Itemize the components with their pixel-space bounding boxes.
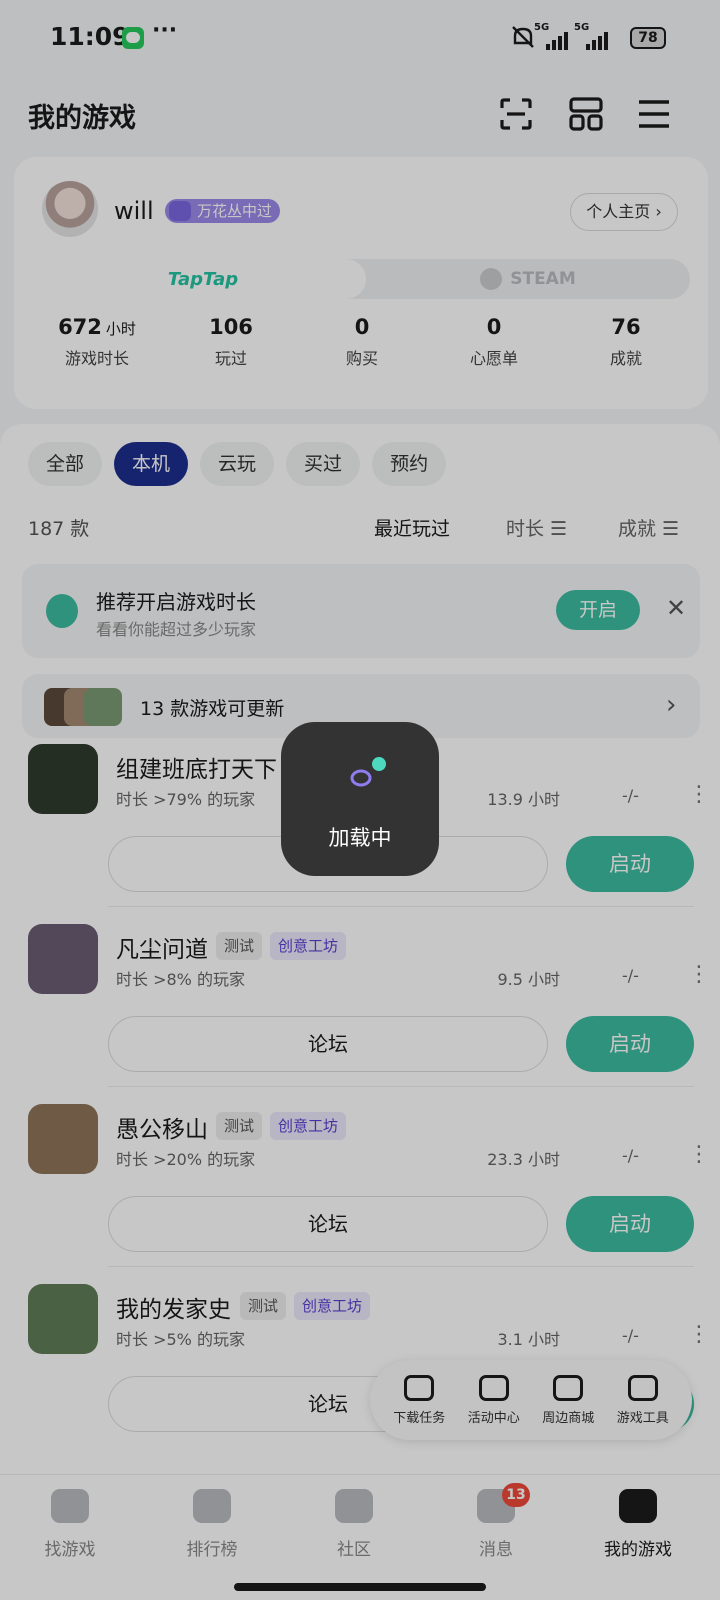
- loading-text: 加载中: [328, 826, 392, 850]
- screen: 11:09 ··· 5G 5G 78 我的游戏 will 万花丛中过 个人主页 …: [0, 0, 720, 1600]
- loading-spinner-icon: [350, 757, 386, 787]
- loading-toast: 加载中: [281, 722, 439, 876]
